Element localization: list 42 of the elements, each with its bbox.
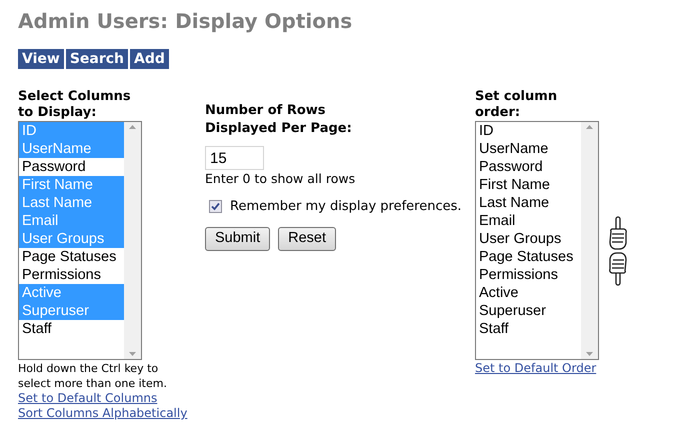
list-option[interactable]: Page Statuses bbox=[476, 248, 581, 266]
hint-text: Hold down the Ctrl key to select more than one item. bbox=[18, 361, 168, 391]
section-label: Set column order: bbox=[475, 89, 558, 121]
list-option[interactable]: Staff bbox=[476, 320, 581, 338]
page-title: Admin Users: Display Options bbox=[18, 8, 354, 34]
rows-field[interactable]: 15 bbox=[205, 146, 264, 170]
link[interactable]: Set to Default Columns bbox=[18, 391, 158, 406]
section-label: Number of Rows Displayed Per Page: bbox=[205, 102, 353, 138]
list-option[interactable]: Password bbox=[19, 158, 124, 176]
checkbox-label: Remember my display preferences. bbox=[230, 198, 462, 216]
list-box[interactable]: ID UserName Password First Name Last Name Email User Groups Page Statuses Permissions Active Superuser Staff bbox=[18, 121, 142, 360]
list-option[interactable]: First Name bbox=[476, 176, 581, 194]
list-option[interactable]: Last Name bbox=[476, 194, 581, 212]
scrollbar[interactable] bbox=[124, 122, 141, 359]
list-option[interactable]: ID bbox=[476, 122, 581, 140]
list-option[interactable]: Active bbox=[476, 284, 581, 302]
check-icon bbox=[211, 202, 220, 212]
list-option[interactable]: Superuser bbox=[476, 302, 581, 320]
list-option[interactable]: Page Statuses bbox=[19, 248, 124, 266]
nav-button[interactable]: View bbox=[18, 49, 64, 69]
list-option[interactable]: Staff bbox=[19, 320, 124, 338]
scroll-down-icon[interactable] bbox=[586, 352, 593, 356]
scroll-down-icon[interactable] bbox=[129, 352, 136, 356]
link[interactable]: Sort Columns Alphabetically bbox=[18, 406, 188, 421]
nav-button[interactable]: Add bbox=[130, 49, 169, 69]
nav-button[interactable]: Search bbox=[66, 49, 128, 69]
list-option[interactable]: Permissions bbox=[19, 266, 124, 284]
list-option[interactable]: Email bbox=[476, 212, 581, 230]
checkbox[interactable] bbox=[209, 200, 222, 214]
form-button[interactable]: Reset bbox=[278, 226, 336, 250]
list-option[interactable]: UserName bbox=[476, 140, 581, 158]
list-box[interactable]: ID UserName Password First Name Last Name Email User Groups Page Statuses Permissions Active Superuser Staff bbox=[475, 121, 599, 360]
link[interactable]: Set to Default Order bbox=[475, 361, 596, 376]
section-label: Select Columns to Display: bbox=[18, 89, 132, 121]
scroll-up-icon[interactable] bbox=[586, 125, 593, 129]
scroll-up-icon[interactable] bbox=[129, 125, 136, 129]
list-option[interactable]: Permissions bbox=[476, 266, 581, 284]
list-option[interactable]: Password bbox=[476, 158, 581, 176]
scrollbar[interactable] bbox=[581, 122, 598, 359]
form-button[interactable]: Submit bbox=[205, 226, 270, 250]
list-option[interactable]: User Groups bbox=[476, 230, 581, 248]
hint-text: Enter 0 to show all rows bbox=[205, 171, 356, 187]
